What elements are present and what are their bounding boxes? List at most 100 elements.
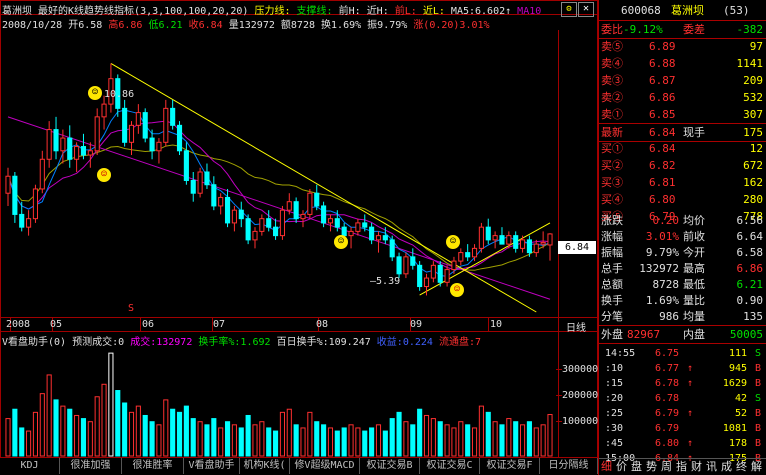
- vol-axis-label: 100000: [562, 416, 599, 427]
- volume-bar: [369, 427, 375, 457]
- volume-bar: [101, 383, 107, 457]
- tick-row[interactable]: :15 6.78 ↑ 1629 B: [599, 376, 766, 391]
- tick-volume: 1629: [722, 378, 747, 389]
- sell-order-row[interactable]: 卖④ 6.88 1141: [599, 55, 766, 72]
- toolbar-tab[interactable]: 机构K线(: [240, 458, 290, 474]
- candle-body: [293, 201, 299, 220]
- toolbar-tab[interactable]: V看盘助手: [184, 458, 240, 474]
- vol-axis-label: 300000: [562, 364, 599, 375]
- tick-row[interactable]: 14:55 6.75 111 S: [599, 346, 766, 361]
- tick-volume: 42: [734, 393, 747, 404]
- right-toolbar-tab[interactable]: 价: [616, 459, 627, 475]
- buy-order-row[interactable]: 买③ 6.81 162: [599, 174, 766, 191]
- settings-icon[interactable]: ⚙: [561, 2, 577, 17]
- stat-row[interactable]: 分笔 986 均量 135: [599, 308, 766, 325]
- stat-value: 9.79%: [645, 246, 679, 259]
- toolbar-tab[interactable]: 很准胜率: [122, 458, 184, 474]
- close-icon[interactable]: ✕: [578, 2, 594, 17]
- volume-bar: [396, 411, 402, 457]
- stat-row[interactable]: 总额 8728 最低 6.21: [599, 276, 766, 293]
- right-toolbar-tab[interactable]: 讯: [706, 459, 717, 475]
- tick-row[interactable]: :45 6.80 ↑ 178 B: [599, 436, 766, 451]
- right-toolbar-tab[interactable]: 细: [601, 459, 612, 475]
- buy-volume: 280: [743, 193, 763, 206]
- volume-bar: [437, 421, 443, 457]
- candle-body: [252, 230, 258, 241]
- buy-order-row[interactable]: 买① 6.84 12: [599, 140, 766, 157]
- stat-value: 0.20: [652, 214, 680, 227]
- right-toolbar-tab[interactable]: 成: [721, 459, 732, 475]
- buy-volume: 12: [749, 142, 763, 155]
- stat-row[interactable]: 涨跌 0.20 均价 6.56: [599, 212, 766, 229]
- tick-volume: 111: [728, 348, 747, 359]
- kline-chart-area[interactable]: 葛洲坝 最好的K线趋势线指标(3,3,100,100,20,20) 压力线: 支…: [0, 0, 598, 475]
- volume-bar: [375, 424, 382, 457]
- right-toolbar-tab[interactable]: 周: [661, 459, 672, 475]
- ma10-line: [7, 120, 551, 271]
- volume-bar: [32, 411, 39, 457]
- sell-order-row[interactable]: 卖① 6.85 307: [599, 106, 766, 123]
- right-toolbar-tab[interactable]: 势: [646, 459, 657, 475]
- toolbar-tab[interactable]: 权证交易B: [360, 458, 420, 474]
- right-toolbar-tab[interactable]: 解: [751, 459, 762, 475]
- toolbar-tab[interactable]: 很准加强: [60, 458, 122, 474]
- candle-body: [238, 209, 244, 220]
- volume-bar: [60, 405, 66, 457]
- sell-price: 6.86: [649, 91, 676, 104]
- volume-bar: [87, 421, 93, 457]
- volume-bar: [197, 421, 203, 457]
- inner-label: 内盘: [683, 328, 705, 341]
- right-toolbar-tab[interactable]: 财: [691, 459, 702, 475]
- weicha-value: -382: [736, 23, 764, 36]
- stat-row[interactable]: 涨幅 3.01% 前收 6.64: [599, 228, 766, 245]
- weibi-label: 委比: [601, 23, 623, 36]
- toolbar-tab[interactable]: 权证交易C: [420, 458, 480, 474]
- candle-body: [458, 252, 464, 262]
- sell-order-row[interactable]: 卖② 6.86 532: [599, 89, 766, 106]
- inner-value: 50005: [729, 328, 763, 341]
- volume-bar: [190, 418, 196, 457]
- right-toolbar-tab[interactable]: 终: [736, 459, 747, 475]
- vol-hundred-day: 百日换手%:109.247: [276, 337, 371, 348]
- candle-body: [499, 235, 505, 245]
- sell-order-row[interactable]: 卖⑤ 6.89 97: [599, 38, 766, 55]
- high-price-label: 10.86: [104, 89, 135, 100]
- right-toolbar-tab[interactable]: 指: [676, 459, 687, 475]
- candle-body: [492, 235, 498, 241]
- stat-value: 6.56: [736, 214, 764, 227]
- candle-body: [451, 260, 457, 271]
- toolbar-tab-kdj[interactable]: KDJ: [0, 458, 60, 474]
- tick-row[interactable]: :30 6.79 1081 B: [599, 421, 766, 436]
- weibi-row: 委比 -9.12% 委差 -382: [599, 20, 766, 39]
- kline-chart[interactable]: [0, 0, 598, 458]
- stat-row[interactable]: 振幅 9.79% 今开 6.58: [599, 244, 766, 261]
- toolbar-tab[interactable]: 修V超级MACD: [290, 458, 360, 474]
- candle-body: [348, 230, 354, 237]
- tick-side: B: [754, 438, 761, 449]
- candle-body: [540, 241, 546, 245]
- stat-row[interactable]: 总手 132972 最高 6.86: [599, 260, 766, 277]
- toolbar-tab[interactable]: 权证交易F: [480, 458, 540, 474]
- sell-order-row[interactable]: 卖③ 6.87 209: [599, 72, 766, 89]
- tick-row[interactable]: :20 6.78 42 S: [599, 391, 766, 406]
- sell-level-label: 卖①: [601, 108, 623, 121]
- ohlc-amount: 额8728: [280, 20, 315, 31]
- toolbar-tab[interactable]: 日分隔线: [540, 458, 598, 474]
- sell-volume: 97: [749, 40, 763, 53]
- volume-bar: [266, 427, 272, 457]
- candle-body: [321, 205, 327, 224]
- tick-side: B: [754, 423, 761, 434]
- candle-body: [526, 239, 532, 254]
- xaxis-label: 10: [490, 319, 503, 330]
- stat-row[interactable]: 换手 1.69% 量比 0.90: [599, 292, 766, 309]
- candle-body: [382, 235, 388, 241]
- right-toolbar-tab[interactable]: 盘: [631, 459, 642, 475]
- period-label[interactable]: 日线: [566, 319, 586, 334]
- tick-row[interactable]: :10 6.77 ↑ 945 B: [599, 361, 766, 376]
- candle-body: [300, 213, 306, 220]
- candle-body: [197, 171, 203, 194]
- buy-order-row[interactable]: 买④ 6.80 280: [599, 191, 766, 208]
- volume-bar: [389, 418, 395, 457]
- tick-row[interactable]: :25 6.79 ↑ 52 B: [599, 406, 766, 421]
- buy-order-row[interactable]: 买② 6.82 672: [599, 157, 766, 174]
